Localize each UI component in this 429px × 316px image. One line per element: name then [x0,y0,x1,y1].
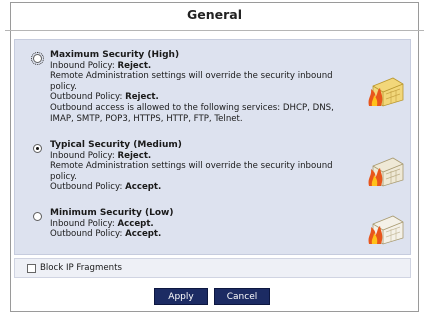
option-minimum-inbound: Inbound Policy: Accept. [50,219,355,230]
outbound-value: Reject. [125,92,159,103]
apply-button[interactable]: Apply [154,288,208,305]
option-typical-text: Typical Security (Medium) Inbound Policy… [50,140,355,193]
outbound-label: Outbound Policy: [50,229,126,240]
block-ip-fragments-row: Block IP Fragments [14,258,411,278]
option-maximum-outbound: Outbound Policy: Reject. [50,92,355,103]
firewall-fire-icon [368,215,404,245]
firewall-fire-icon [368,77,404,107]
option-minimum-title: Minimum Security (Low) [50,208,174,218]
block-ip-fragments-checkbox[interactable] [27,264,36,273]
inbound-label: Inbound Policy: [50,60,118,71]
option-typical-note: Remote Administration settings will over… [50,161,333,182]
option-minimum-outbound: Outbound Policy: Accept. [50,229,355,240]
option-maximum-text: Maximum Security (High) Inbound Policy: … [50,50,355,124]
option-typical-outbound: Outbound Policy: Accept. [50,182,355,193]
option-minimum-text: Minimum Security (Low) Inbound Policy: A… [50,208,355,240]
inbound-label: Inbound Policy: [50,150,118,161]
page-title: General [187,7,242,22]
outbound-label: Outbound Policy: [50,182,126,193]
outbound-label: Outbound Policy: [50,92,126,103]
radio-typical-security[interactable] [33,144,42,153]
option-typical-inbound: Inbound Policy: Reject. [50,151,355,162]
security-options-panel: Maximum Security (High) Inbound Policy: … [14,39,411,255]
outbound-value: Accept. [125,182,162,193]
inbound-value: Reject. [117,150,152,161]
inbound-value: Reject. [117,60,152,71]
radio-minimum-security[interactable] [33,212,42,221]
option-maximum-note: Remote Administration settings will over… [50,71,333,92]
option-typical-title: Typical Security (Medium) [50,140,182,150]
firewall-fire-icon [368,157,404,187]
inbound-value: Accept. [117,218,154,229]
option-maximum-title: Maximum Security (High) [50,50,180,60]
inbound-label: Inbound Policy: [50,218,118,229]
block-ip-fragments-label: Block IP Fragments [40,263,122,273]
radio-maximum-security[interactable] [31,52,44,65]
outbound-value: Accept. [125,229,162,240]
title-divider [5,30,424,31]
cancel-button[interactable]: Cancel [214,288,270,305]
option-maximum-services: Outbound access is allowed to the follow… [50,102,334,124]
option-maximum-inbound: Inbound Policy: Reject. [50,61,355,72]
